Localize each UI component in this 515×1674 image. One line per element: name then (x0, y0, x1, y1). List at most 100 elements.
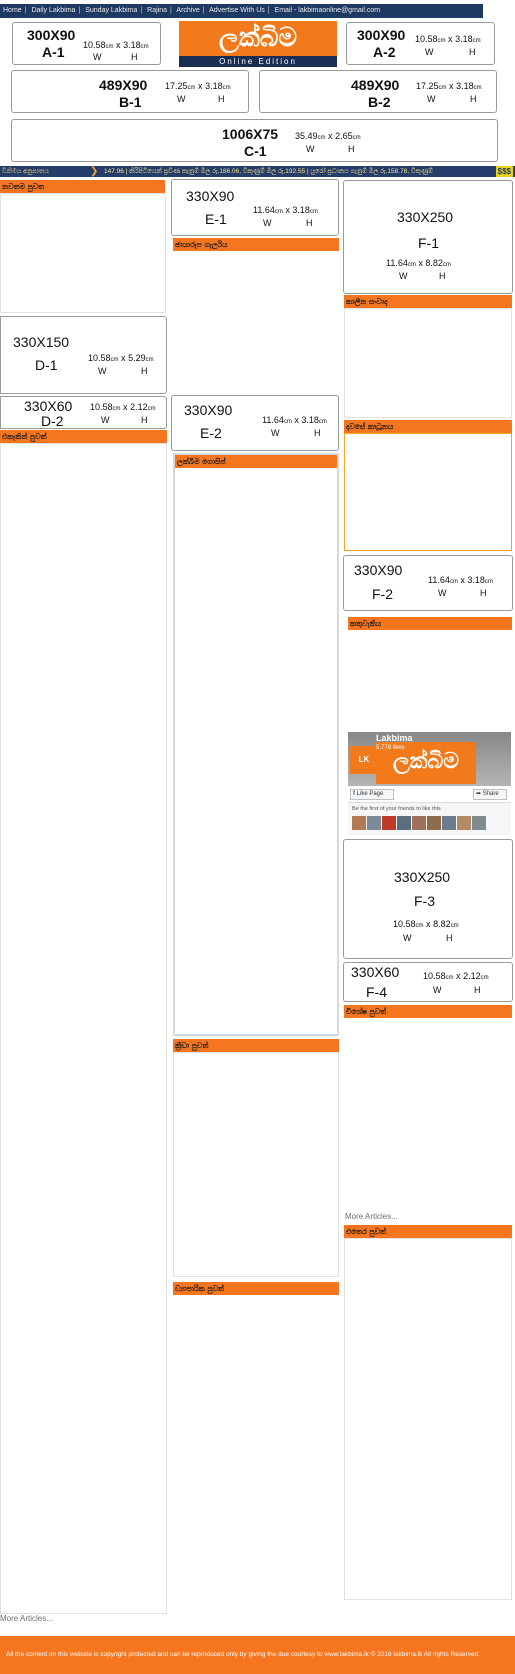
facebook-icon: f (353, 791, 355, 797)
ad-height-label: H (131, 52, 138, 62)
share-button-label: Share (482, 791, 499, 797)
ad-height-label: H (141, 415, 148, 425)
daily-cartoon-panel (344, 433, 512, 551)
more-articles-link-left[interactable]: More Articles... (0, 1614, 53, 1623)
ad-slot-a1[interactable]: 300X90 A-1 10.58cm x 3.18cm W H (12, 22, 161, 65)
section-header-foreign[interactable]: එතෙර පුවත් (344, 1225, 512, 1238)
ad-slot-f3[interactable]: 330X250 F-3 10.58cm x 8.82cm W H (343, 839, 513, 959)
section-header-business[interactable]: ව්‍යාපාරික පුවත් (173, 1282, 339, 1295)
ad-slot-e2[interactable]: 330X90 E-2 11.64cm x 3.18cm W H (171, 395, 339, 451)
sports-news-panel (173, 1052, 339, 1277)
ad-dimensions: 10.58cm x 2.12cm (90, 402, 156, 412)
facebook-page-thumb[interactable]: LK (350, 746, 378, 774)
ad-dimensions: 10.58cm x 5.29cm (88, 353, 154, 363)
section-header-daily-cartoon[interactable]: දවසේ කාටූනය (344, 420, 512, 433)
avatar[interactable] (427, 816, 441, 830)
ad-size: 330X250 (397, 209, 454, 225)
facebook-like-count: 5,778 likes (376, 745, 405, 751)
ad-height-label: H (474, 985, 481, 995)
nav-rajina-link[interactable]: Rajina (147, 7, 167, 14)
ad-size: 330X90 (184, 402, 233, 418)
facebook-friends-text: Be the first of your friends to like thi… (352, 806, 441, 812)
ad-slot-d2[interactable]: 330X60 D-2 10.58cm x 2.12cm W H (0, 396, 167, 429)
more-articles-link-right[interactable]: More Articles... (345, 1212, 398, 1221)
ad-height-label: H (314, 428, 321, 438)
ad-slot-b2[interactable]: 489X90 B-2 17.25cm x 3.18cm W H (259, 70, 497, 113)
ad-code: D-2 (41, 413, 64, 429)
ad-slot-d1[interactable]: 330X150 D-1 10.58cm x 5.29cm W H (0, 316, 167, 394)
facebook-page-widget[interactable]: LK ලක්බිම Lakbima 5,778 likes f Like Pag… (348, 732, 511, 835)
section-header-cartoon[interactable]: කාලීන සංවාද (344, 295, 512, 308)
avatar[interactable] (442, 816, 456, 830)
ad-width-label: W (101, 415, 110, 425)
facebook-page-name[interactable]: Lakbima (376, 733, 413, 743)
section-header-puzzle[interactable]: කතුවැකිය (348, 617, 512, 630)
ad-code: A-1 (42, 44, 65, 60)
ad-code: F-3 (414, 893, 435, 909)
ad-code: D-1 (35, 357, 58, 373)
avatar[interactable] (352, 816, 366, 830)
section-header-special[interactable]: විශේෂ පුවත් (344, 1005, 512, 1018)
lakbima-logo[interactable]: ලක්බිම Online Edition (179, 21, 337, 67)
ad-slot-a2[interactable]: 300X90 A-2 10.58cm x 3.18cm W H (346, 22, 495, 65)
ad-slot-c1[interactable]: 1006X75 C-1 35.49cm x 2.65cm W H (11, 119, 498, 162)
ad-dimensions: 10.58cm x 3.18cm (415, 34, 481, 44)
ad-height-label: H (446, 933, 453, 943)
ad-size: 330X60 (24, 398, 73, 414)
section-header-sports[interactable]: ක්‍රීඩා පුවත් (173, 1039, 339, 1052)
ad-dimensions: 17.25cm x 3.18cm (416, 81, 482, 91)
ad-code: E-1 (205, 211, 227, 227)
ad-height-label: H (480, 588, 487, 598)
section-header-latest[interactable]: නවතම පුවත (0, 180, 165, 193)
ad-height-label: H (306, 218, 313, 228)
ad-code: C-1 (244, 143, 267, 159)
facebook-share-button[interactable]: ➦ Share (473, 789, 507, 800)
cartoon-panel (344, 308, 512, 418)
section-header-exclusive[interactable]: එකැකින් පුවත් (0, 430, 167, 443)
nav-home-link[interactable]: Home (3, 7, 22, 14)
avatar[interactable] (412, 816, 426, 830)
ad-size: 300X90 (357, 27, 406, 43)
avatar[interactable] (397, 816, 411, 830)
nav-daily-lakbima-link[interactable]: Daily Lakbima (31, 7, 75, 14)
ad-code: A-2 (373, 44, 396, 60)
avatar[interactable] (457, 816, 471, 830)
nav-archive-link[interactable]: Archive (176, 7, 199, 14)
ad-dimensions: 11.64cm x 3.18cm (428, 575, 493, 585)
share-icon: ➦ (476, 791, 482, 797)
section-header-photo-gallery[interactable]: ඡායාරූප ගැලරිය (173, 238, 339, 251)
ad-code: B-1 (119, 94, 142, 110)
facebook-like-button[interactable]: f Like Page (350, 789, 394, 800)
ad-slot-e1[interactable]: 330X90 E-1 11.64cm x 3.18cm W H (171, 179, 339, 236)
ad-size: 330X250 (394, 869, 451, 885)
avatar[interactable] (382, 816, 396, 830)
logo-sinhala-text: ලක්බිම (218, 23, 298, 53)
exclusive-news-panel (0, 443, 167, 1614)
ad-height-label: H (348, 144, 355, 154)
avatar[interactable] (472, 816, 486, 830)
ad-width-label: W (403, 933, 412, 943)
ad-dimensions: 17.25cm x 3.18cm (165, 81, 231, 91)
ad-height-label: H (218, 94, 225, 104)
nav-sunday-lakbima-link[interactable]: Sunday Lakbima (85, 7, 137, 14)
ad-height-label: H (439, 271, 446, 281)
ad-slot-f2[interactable]: 330X90 F-2 11.64cm x 3.18cm W H (343, 555, 513, 611)
ad-size: 489X90 (99, 77, 148, 93)
ad-dimensions: 11.64cm x 3.18cm (262, 415, 327, 425)
ad-height-label: H (141, 366, 148, 376)
ad-slot-f1[interactable]: 330X250 F-1 11.64cm x 8.82cm W H (343, 180, 513, 294)
ad-code: E-2 (200, 425, 222, 441)
ad-slot-b1[interactable]: 489X90 B-1 17.25cm x 3.18cm W H (11, 70, 249, 113)
avatar[interactable] (367, 816, 381, 830)
page: Home | Daily Lakbima | Sunday Lakbima | Raj… (0, 0, 515, 1674)
ad-width-label: W (98, 366, 107, 376)
ad-code: F-4 (366, 984, 387, 1000)
ticker-label: විනිමය අනුපාතය (0, 166, 95, 177)
ad-size: 1006X75 (222, 126, 279, 142)
ad-slot-f4[interactable]: 330X60 F-4 10.58cm x 2.12cm W H (343, 962, 513, 1002)
ad-dimensions: 35.49cm x 2.65cm (295, 131, 361, 141)
nav-email-link[interactable]: Email - lakbimaonline@gmail.com (275, 7, 381, 14)
nav-advertise-link[interactable]: Advertise With Us (209, 7, 265, 14)
ad-height-label: H (469, 47, 476, 57)
section-header-gossip[interactable]: ලක්බිම ගොසිප් (175, 455, 337, 468)
